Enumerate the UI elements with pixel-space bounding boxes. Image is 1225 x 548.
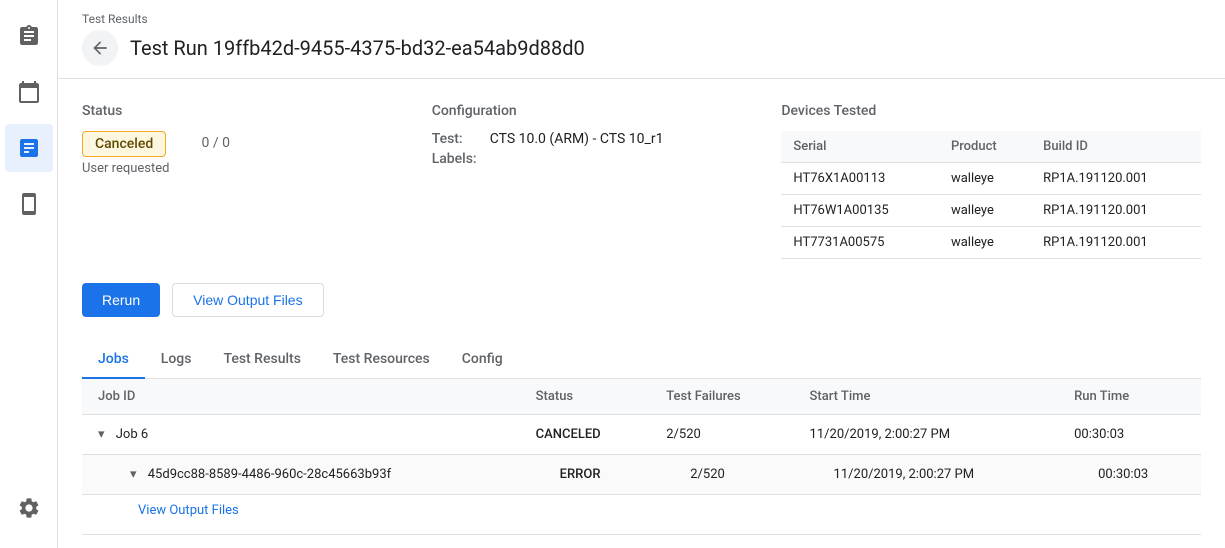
- devices-section: Devices Tested Serial Product Build ID H…: [781, 103, 1201, 259]
- configuration-block: Configuration Test: CTS 10.0 (ARM) - CTS…: [432, 103, 782, 259]
- sidebar-item-clipboard[interactable]: [5, 12, 53, 60]
- main-content: Test Results Test Run 19ffb42d-9455-4375…: [58, 0, 1225, 548]
- jobs-col-failures: Test Failures: [650, 379, 793, 415]
- sidebar: [0, 0, 58, 548]
- tab-test-results[interactable]: Test Results: [207, 341, 316, 379]
- sidebar-item-devices[interactable]: [5, 180, 53, 228]
- status-label: Status: [82, 103, 432, 119]
- devices-col-build: Build ID: [1031, 131, 1201, 163]
- devices-col-product: Product: [939, 131, 1031, 163]
- device-serial: HT76X1A00113: [781, 163, 939, 195]
- jobs-col-id: Job ID: [82, 379, 520, 415]
- job-row: ▾ Job 6 CANCELED 2/520 11/20/2019, 2:00:…: [82, 415, 1201, 455]
- device-serial: HT7731A00575: [781, 227, 939, 259]
- tabs: Jobs Logs Test Results Test Resources Co…: [82, 341, 1201, 379]
- config-labels-row: Labels:: [432, 151, 782, 167]
- device-build-id: RP1A.191120.001: [1031, 227, 1201, 259]
- tab-test-resources[interactable]: Test Resources: [317, 341, 446, 379]
- action-row: Rerun View Output Files: [82, 283, 1201, 317]
- device-serial: HT76W1A00135: [781, 195, 939, 227]
- status-badge: Canceled: [82, 131, 166, 157]
- info-section: Status Canceled User requested 0 / 0 Con…: [82, 103, 1201, 259]
- job-run-cell: 00:30:03: [1058, 415, 1201, 455]
- breadcrumb: Test Results: [82, 12, 1201, 26]
- device-product: walleye: [939, 227, 1031, 259]
- config-labels-key: Labels:: [432, 151, 482, 167]
- tab-logs[interactable]: Logs: [145, 341, 208, 379]
- config-test-value: CTS 10.0 (ARM) - CTS 10_r1: [490, 131, 664, 147]
- configuration-label: Configuration: [432, 103, 782, 119]
- sub-job-start-cell: 11/20/2019, 2:00:27 PM: [794, 455, 1059, 495]
- jobs-col-run: Run Time: [1058, 379, 1201, 415]
- view-output-button[interactable]: View Output Files: [172, 283, 323, 317]
- progress-count: 0 / 0: [201, 135, 229, 151]
- rerun-button[interactable]: Rerun: [82, 283, 160, 317]
- job-id-cell: ▾ Job 6: [82, 415, 520, 455]
- job-status-cell: CANCELED: [520, 415, 651, 455]
- title-row: Test Run 19ffb42d-9455-4375-bd32-ea54ab9…: [82, 30, 1201, 78]
- sub-job-row: ▾ 45d9cc88-8589-4486-960c-28c45663b93f E…: [82, 455, 1201, 495]
- sub-expand-icon[interactable]: ▾: [130, 467, 137, 482]
- job-start-cell: 11/20/2019, 2:00:27 PM: [794, 415, 1059, 455]
- status-block: Status Canceled User requested 0 / 0: [82, 103, 432, 259]
- job-failures-cell: 2/520: [650, 415, 793, 455]
- device-product: walleye: [939, 195, 1031, 227]
- expand-icon[interactable]: ▾: [98, 427, 105, 442]
- devices-row: HT7731A00575 walleye RP1A.191120.001: [781, 227, 1201, 259]
- back-button[interactable]: [82, 30, 118, 66]
- devices-row: HT76X1A00113 walleye RP1A.191120.001: [781, 163, 1201, 195]
- devices-label: Devices Tested: [781, 103, 1201, 119]
- tab-jobs[interactable]: Jobs: [82, 341, 145, 379]
- jobs-table: Job ID Status Test Failures Start Time R…: [82, 379, 1201, 535]
- sidebar-item-calendar[interactable]: [5, 68, 53, 116]
- header: Test Results Test Run 19ffb42d-9455-4375…: [58, 0, 1225, 79]
- sub-job-failures-cell: 2/520: [650, 455, 793, 495]
- device-build-id: RP1A.191120.001: [1031, 195, 1201, 227]
- content-area: Status Canceled User requested 0 / 0 Con…: [58, 79, 1225, 548]
- view-output-row: View Output Files: [82, 495, 1201, 535]
- view-output-files-link[interactable]: View Output Files: [138, 499, 239, 526]
- jobs-col-start: Start Time: [794, 379, 1059, 415]
- tab-config[interactable]: Config: [446, 341, 519, 379]
- page-title: Test Run 19ffb42d-9455-4375-bd32-ea54ab9…: [130, 36, 585, 60]
- sidebar-item-settings[interactable]: [5, 484, 53, 532]
- sidebar-item-analytics[interactable]: [5, 124, 53, 172]
- sub-job-run-cell: 00:30:03: [1058, 455, 1201, 495]
- devices-table: Serial Product Build ID HT76X1A00113 wal…: [781, 131, 1201, 259]
- devices-col-serial: Serial: [781, 131, 939, 163]
- jobs-col-status: Status: [520, 379, 651, 415]
- devices-row: HT76W1A00135 walleye RP1A.191120.001: [781, 195, 1201, 227]
- config-test-row: Test: CTS 10.0 (ARM) - CTS 10_r1: [432, 131, 782, 147]
- sub-job-status-cell: ERROR: [520, 455, 651, 495]
- device-product: walleye: [939, 163, 1031, 195]
- status-reason: User requested: [82, 161, 169, 176]
- config-test-key: Test:: [432, 131, 482, 147]
- sub-job-id-cell: ▾ 45d9cc88-8589-4486-960c-28c45663b93f: [82, 455, 520, 495]
- device-build-id: RP1A.191120.001: [1031, 163, 1201, 195]
